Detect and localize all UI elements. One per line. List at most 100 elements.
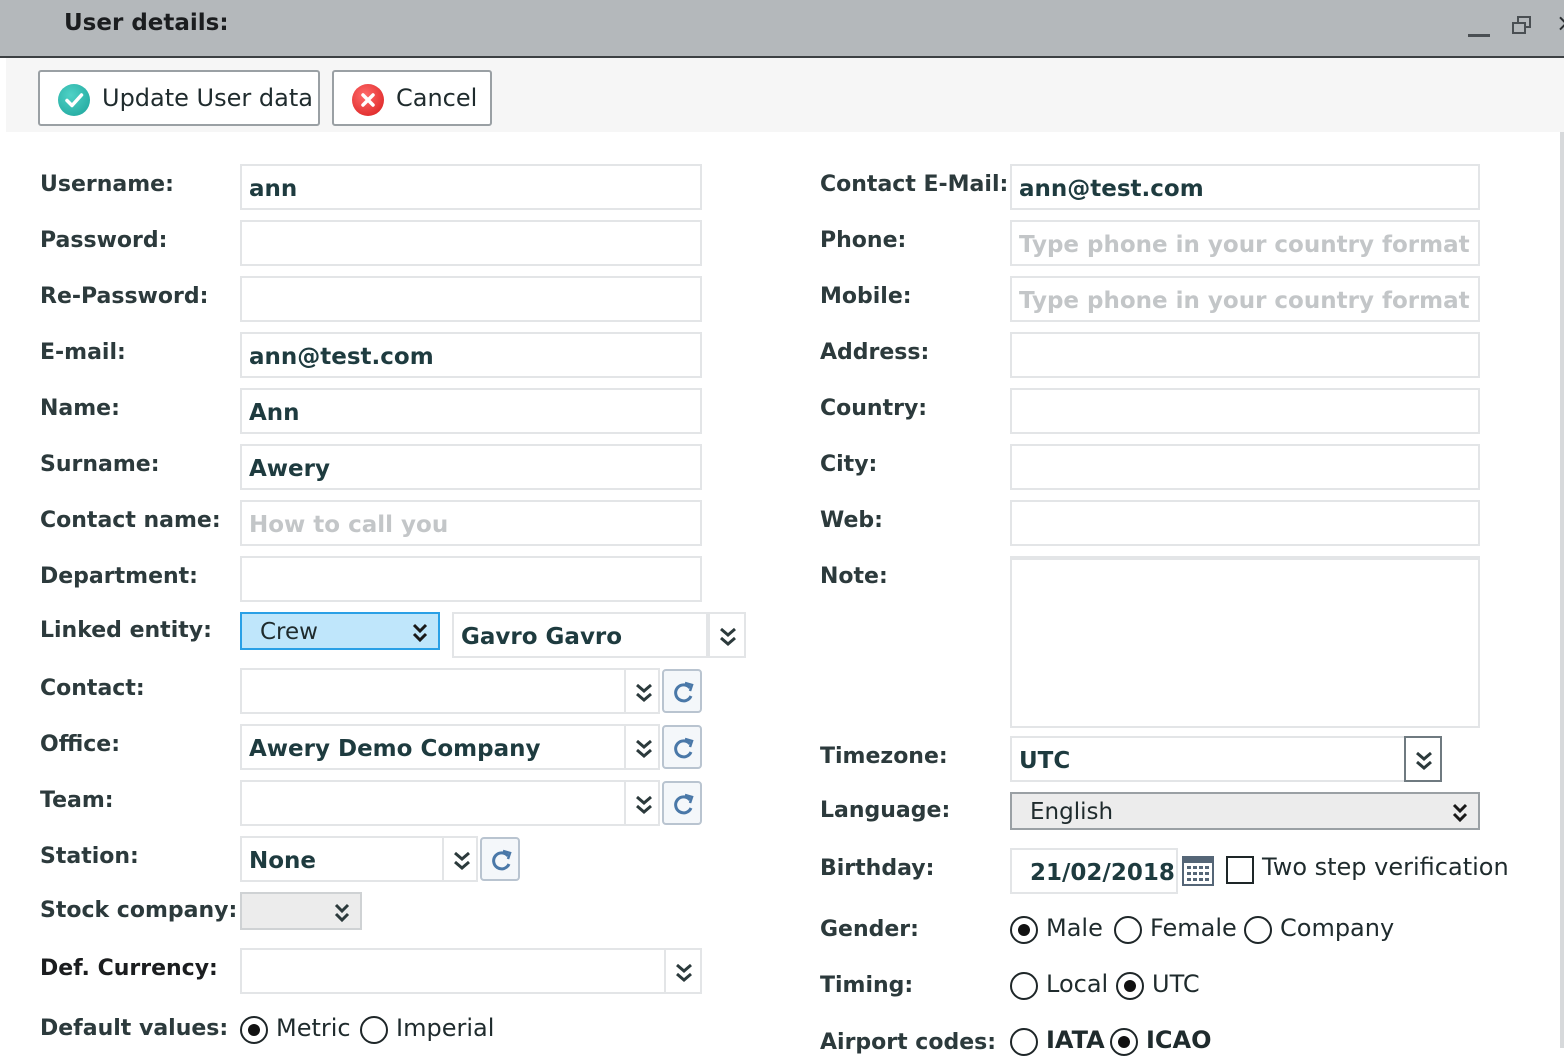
language-label: Language: xyxy=(820,798,951,823)
stock-company-label: Stock company: xyxy=(40,898,238,923)
city-field[interactable] xyxy=(1010,444,1480,490)
email-label: E-mail: xyxy=(40,340,126,365)
female-label: Female xyxy=(1150,914,1237,942)
team-field[interactable] xyxy=(240,780,626,826)
male-label: Male xyxy=(1046,914,1103,942)
team-dropdown[interactable] xyxy=(624,780,660,826)
chevron-down-icon xyxy=(636,739,652,758)
restore-icon[interactable] xyxy=(1510,14,1536,40)
phone-field[interactable]: Type phone in your country format xyxy=(1010,220,1480,266)
linked-entity-type-select[interactable]: Crew xyxy=(240,612,440,650)
iata-label: IATA xyxy=(1046,1026,1105,1054)
contact-dropdown[interactable] xyxy=(624,668,660,714)
phone-placeholder: Type phone in your country format xyxy=(1019,232,1470,258)
radio-male[interactable] xyxy=(1010,916,1038,944)
timezone-label: Timezone: xyxy=(820,744,948,769)
mobile-placeholder: Type phone in your country format xyxy=(1019,288,1470,314)
office-label: Office: xyxy=(40,732,120,757)
contact-email-field[interactable]: ann@test.com xyxy=(1010,164,1480,210)
company-label: Company xyxy=(1280,914,1395,942)
minimize-icon[interactable] xyxy=(1466,14,1492,40)
radio-icao[interactable] xyxy=(1110,1028,1138,1056)
two-step-verification-checkbox[interactable] xyxy=(1226,856,1254,884)
refresh-icon xyxy=(674,681,694,703)
chevron-down-icon xyxy=(412,623,428,643)
radio-local[interactable] xyxy=(1010,972,1038,1000)
imperial-label: Imperial xyxy=(396,1014,495,1042)
language-select[interactable]: English xyxy=(1010,792,1480,830)
station-refresh-button[interactable] xyxy=(480,837,520,881)
chevron-down-icon xyxy=(1416,751,1432,770)
contact-email-label: Contact E-Mail: xyxy=(820,172,1009,197)
check-circle-icon xyxy=(58,84,90,116)
radio-company[interactable] xyxy=(1244,916,1272,944)
address-field[interactable] xyxy=(1010,332,1480,378)
station-field[interactable]: None xyxy=(240,836,444,882)
cancel-button[interactable]: Cancel xyxy=(332,70,492,126)
surname-label: Surname: xyxy=(40,452,160,477)
utc-label: UTC xyxy=(1152,970,1200,998)
email-field[interactable]: ann@test.com xyxy=(240,332,702,378)
radio-iata[interactable] xyxy=(1010,1028,1038,1056)
office-refresh-button[interactable] xyxy=(662,725,702,769)
radio-utc[interactable] xyxy=(1116,972,1144,1000)
radio-female[interactable] xyxy=(1114,916,1142,944)
toolbar: Update User data Cancel xyxy=(6,58,1564,132)
calendar-icon[interactable] xyxy=(1182,854,1214,886)
timezone-field[interactable]: UTC xyxy=(1010,736,1406,782)
def-currency-field[interactable] xyxy=(240,948,666,994)
country-field[interactable] xyxy=(1010,388,1480,434)
close-icon[interactable]: × xyxy=(1556,10,1564,36)
name-field[interactable]: Ann xyxy=(240,388,702,434)
chevron-down-icon xyxy=(1452,803,1468,823)
birthday-field[interactable]: 21/02/2018 xyxy=(1010,848,1178,894)
language-value: English xyxy=(1030,799,1114,825)
mobile-field[interactable]: Type phone in your country format xyxy=(1010,276,1480,322)
update-user-data-button[interactable]: Update User data xyxy=(38,70,320,126)
default-values-label: Default values: xyxy=(40,1016,229,1041)
station-label: Station: xyxy=(40,844,139,869)
chevron-down-icon xyxy=(636,683,652,702)
refresh-icon xyxy=(492,849,512,871)
contact-field[interactable] xyxy=(240,668,626,714)
password-field[interactable] xyxy=(240,220,702,266)
linked-entity-dropdown[interactable] xyxy=(708,612,746,658)
chevron-down-icon xyxy=(636,795,652,814)
office-field[interactable]: Awery Demo Company xyxy=(240,724,626,770)
note-label: Note: xyxy=(820,564,888,589)
city-label: City: xyxy=(820,452,878,477)
chevron-down-icon xyxy=(454,851,470,870)
team-refresh-button[interactable] xyxy=(662,781,702,825)
scrollbar[interactable] xyxy=(1560,132,1564,1048)
x-circle-icon xyxy=(352,84,384,116)
timezone-dropdown[interactable] xyxy=(1404,736,1442,782)
timing-label: Timing: xyxy=(820,973,914,998)
contact-name-label: Contact name: xyxy=(40,508,221,533)
linked-entity-value-field[interactable]: Gavro Gavro xyxy=(452,612,708,658)
stock-company-select[interactable] xyxy=(240,892,362,930)
username-field[interactable]: ann xyxy=(240,164,702,210)
contact-name-placeholder: How to call you xyxy=(249,512,449,538)
def-currency-dropdown[interactable] xyxy=(664,948,702,994)
chevron-down-icon xyxy=(676,963,692,982)
contact-name-field[interactable]: How to call you xyxy=(240,500,702,546)
refresh-icon xyxy=(674,793,694,815)
web-field[interactable] xyxy=(1010,500,1480,546)
station-dropdown[interactable] xyxy=(442,836,478,882)
contact-refresh-button[interactable] xyxy=(662,669,702,713)
two-step-verification-label: Two step verification xyxy=(1262,853,1509,881)
radio-imperial[interactable] xyxy=(360,1016,388,1044)
linked-entity-type-value: Crew xyxy=(260,619,318,645)
address-label: Address: xyxy=(820,340,930,365)
office-dropdown[interactable] xyxy=(624,724,660,770)
repassword-field[interactable] xyxy=(240,276,702,322)
department-field[interactable] xyxy=(240,556,702,602)
team-label: Team: xyxy=(40,788,114,813)
note-textarea[interactable] xyxy=(1010,556,1480,728)
chevron-down-icon xyxy=(720,627,736,646)
radio-metric[interactable] xyxy=(240,1016,268,1044)
surname-field[interactable]: Awery xyxy=(240,444,702,490)
contact-label: Contact: xyxy=(40,676,145,701)
repassword-label: Re-Password: xyxy=(40,284,209,309)
window-title: User details: xyxy=(64,10,229,36)
